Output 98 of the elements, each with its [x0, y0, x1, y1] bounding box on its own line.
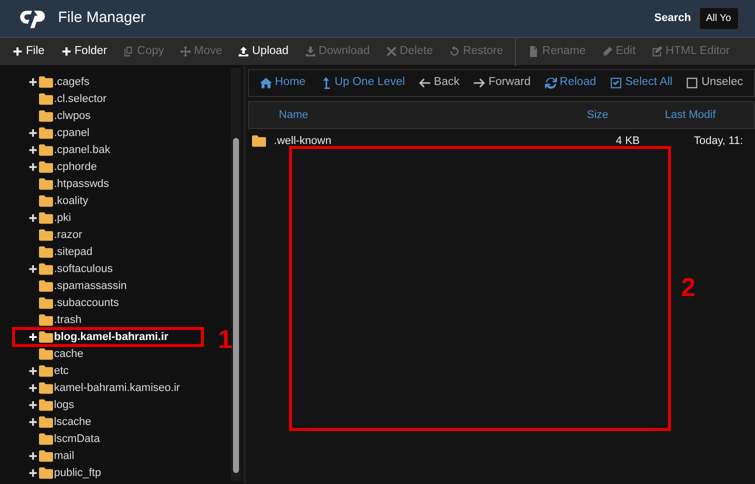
folder-icon	[39, 280, 53, 292]
tree-item[interactable]: .clwpos	[28, 109, 91, 123]
expand-icon	[28, 264, 38, 274]
close-icon	[386, 46, 397, 57]
folder-icon	[39, 399, 53, 411]
folder-icon	[39, 331, 53, 343]
expand-icon	[28, 400, 38, 410]
tree-item[interactable]: .cpanel	[28, 126, 90, 140]
search-label: Search	[654, 11, 691, 26]
tree-item[interactable]: .cpanel.bak	[28, 143, 110, 157]
column-header[interactable]: Last Modif	[664, 108, 716, 121]
tree-item[interactable]: .cagefs	[28, 75, 90, 89]
expand-icon	[28, 468, 38, 478]
tree-item[interactable]: .htpasswds	[28, 177, 110, 191]
folder-icon	[39, 416, 53, 428]
expand-icon	[28, 128, 38, 138]
checkbox-icon	[610, 77, 622, 89]
undo-icon	[448, 46, 460, 57]
move-icon	[180, 46, 191, 57]
toolbar-button[interactable]: Folder	[52, 38, 116, 66]
home-icon	[260, 77, 272, 89]
file-date: Today, 11:	[694, 134, 744, 147]
expand-icon	[28, 451, 38, 461]
folder-icon	[39, 365, 53, 377]
expand-icon	[28, 77, 38, 87]
pencil-icon	[602, 46, 613, 57]
tree-item[interactable]: etc	[28, 364, 69, 378]
folder-icon	[39, 144, 53, 156]
column-header[interactable]: Size	[586, 108, 608, 121]
edit-icon	[652, 46, 663, 57]
upload-icon	[238, 46, 250, 57]
expand-icon	[28, 162, 38, 172]
folder-icon	[39, 76, 53, 88]
folder-icon	[39, 178, 53, 190]
tree-item[interactable]: .pki	[28, 211, 72, 225]
folder-icon	[39, 263, 53, 275]
folder-icon	[39, 93, 53, 105]
tree-item[interactable]: lscache	[28, 415, 92, 429]
nav-button[interactable]: Reload	[538, 74, 604, 92]
search-scope-dropdown[interactable]: All Yo	[699, 7, 739, 30]
tree-item[interactable]: .subaccounts	[28, 296, 119, 310]
nav-button[interactable]: Up One Level	[312, 74, 412, 92]
folder-icon	[39, 450, 53, 462]
plus-icon	[60, 46, 72, 57]
tree-item[interactable]: .cphorde	[28, 160, 97, 174]
expand-icon	[28, 366, 38, 376]
file-size: 4 KB	[616, 134, 640, 147]
right-arrow-icon	[473, 77, 486, 89]
expand-icon	[28, 383, 38, 393]
tree-item[interactable]: .razor	[28, 228, 82, 242]
tree-item[interactable]: .koality	[28, 194, 88, 208]
folder-icon	[39, 314, 53, 326]
copy-icon	[123, 46, 134, 57]
tree-item[interactable]: logs	[28, 398, 74, 412]
tree-item[interactable]: .spamassassin	[28, 279, 127, 293]
folder-icon	[39, 212, 53, 224]
tree-item[interactable]: public_ftp	[28, 466, 102, 480]
expand-icon	[28, 417, 38, 427]
folder-icon	[39, 110, 53, 122]
tree-item[interactable]: blog.kamel-bahrami.ir	[28, 330, 168, 344]
plus-icon	[12, 46, 23, 57]
folder-icon	[252, 135, 266, 147]
folder-icon	[39, 127, 53, 139]
folder-icon	[39, 297, 53, 309]
folder-icon	[39, 246, 53, 258]
tree-item[interactable]: kamel-bahrami.kamiseo.ir	[28, 381, 180, 395]
folder-icon	[39, 382, 53, 394]
folder-icon	[39, 467, 53, 479]
expand-icon	[28, 145, 38, 155]
column-header[interactable]: Name	[278, 108, 308, 121]
expand-icon	[28, 332, 38, 342]
left-arrow-icon	[418, 77, 431, 89]
folder-icon	[39, 161, 53, 173]
folder-icon	[39, 229, 53, 241]
checkbox-icon	[686, 77, 698, 89]
app-title: File Manager	[58, 8, 146, 28]
toolbar-button[interactable]: Upload	[230, 38, 297, 66]
tree-item[interactable]: lscmData	[28, 432, 100, 446]
tree-item[interactable]: .softaculous	[28, 262, 113, 276]
scrollbar-thumb[interactable]	[232, 138, 239, 473]
file-name[interactable]: .well-known	[274, 132, 332, 150]
tree-item[interactable]: .sitepad	[28, 245, 93, 259]
nav-button[interactable]: Select All	[603, 74, 680, 92]
toolbar-button[interactable]: File	[4, 38, 53, 66]
reload-icon	[544, 77, 557, 89]
expand-icon	[28, 213, 38, 223]
annotation-number: 2	[681, 274, 696, 300]
file-icon	[528, 46, 540, 57]
folder-icon	[39, 433, 53, 445]
annotation-number: 1	[218, 326, 232, 352]
download-icon	[304, 46, 316, 57]
folder-icon	[39, 195, 53, 207]
nav-button[interactable]: Home	[252, 74, 313, 92]
tree-item[interactable]: cache	[28, 347, 84, 361]
tree-item[interactable]: .cl.selector	[28, 92, 107, 106]
tree-item[interactable]: mail	[28, 449, 74, 463]
folder-icon	[39, 348, 53, 360]
tree-item[interactable]: .trash	[28, 313, 82, 327]
